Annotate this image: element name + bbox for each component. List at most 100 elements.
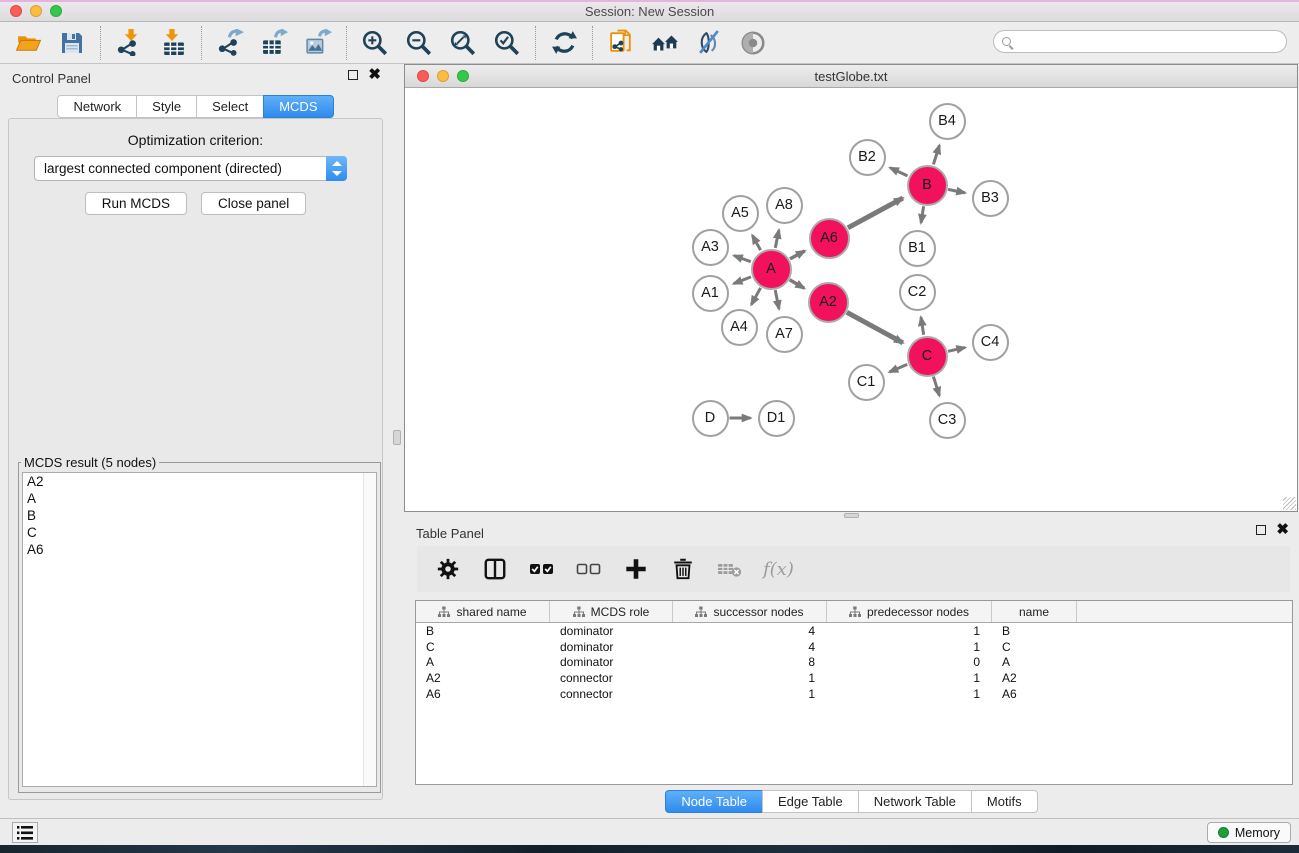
float-panel-icon[interactable] xyxy=(348,70,358,80)
table-panel: Table Panel ✖ xyxy=(404,519,1299,818)
delete-table-button[interactable] xyxy=(716,555,744,583)
splitter-handle[interactable] xyxy=(844,513,859,518)
column-header-predecessor-nodes[interactable]: predecessor nodes xyxy=(827,601,992,622)
network-canvas[interactable]: B4 B2 B B3 A8A5 A6 B1 A3 A C2 A1 A2 A4A7 C4 C C1 D D1 C3 xyxy=(405,89,1297,511)
resize-grip[interactable] xyxy=(1283,497,1296,510)
graph-node-C[interactable]: C xyxy=(907,336,948,377)
function-builder-button[interactable]: f(x) xyxy=(763,559,794,580)
result-item[interactable]: B xyxy=(23,507,376,524)
column-header-name[interactable]: name xyxy=(992,601,1077,622)
graph-node-A4[interactable]: A4 xyxy=(721,309,758,346)
graph-node-B4[interactable]: B4 xyxy=(929,103,966,140)
export-image-button[interactable] xyxy=(304,29,332,57)
tab-network[interactable]: Network xyxy=(57,95,137,118)
column-header-shared-name[interactable]: shared name xyxy=(416,601,550,622)
column-header-MCDS-role[interactable]: MCDS role xyxy=(550,601,673,622)
horizontal-splitter[interactable] xyxy=(404,512,1299,519)
table-row[interactable]: A6connector11A6 xyxy=(416,686,1292,702)
column-header-successor-nodes[interactable]: successor nodes xyxy=(673,601,827,622)
tab-network-table[interactable]: Network Table xyxy=(858,790,972,813)
graph-node-A6[interactable]: A6 xyxy=(809,218,850,259)
graph-node-A8[interactable]: A8 xyxy=(766,187,803,224)
graph-node-C4[interactable]: C4 xyxy=(972,324,1009,361)
import-table-button[interactable] xyxy=(159,29,187,57)
status-bar: Memory xyxy=(0,818,1299,845)
export-table-button[interactable] xyxy=(260,29,288,57)
close-panel-icon[interactable]: ✖ xyxy=(1276,525,1289,535)
save-session-button[interactable] xyxy=(58,29,86,57)
graph-node-B2[interactable]: B2 xyxy=(849,139,886,176)
add-column-button[interactable] xyxy=(622,555,650,583)
column-view-button[interactable] xyxy=(481,555,509,583)
table-cell: dominator xyxy=(550,640,673,654)
result-item[interactable]: A6 xyxy=(23,541,376,558)
table-row[interactable]: Adominator80A xyxy=(416,655,1292,671)
show-hide-button[interactable] xyxy=(739,29,767,57)
result-item[interactable]: C xyxy=(23,524,376,541)
select-all-button[interactable] xyxy=(528,555,556,583)
tab-select[interactable]: Select xyxy=(196,95,264,118)
graph-node-A2[interactable]: A2 xyxy=(808,282,849,323)
vertical-splitter[interactable] xyxy=(391,64,404,818)
graph-node-A7[interactable]: A7 xyxy=(766,316,803,353)
import-network-button[interactable] xyxy=(115,29,143,57)
mcds-result-list[interactable]: A2ABCA6 xyxy=(22,472,377,787)
trash-icon xyxy=(671,557,695,581)
mcds-result-fieldset: MCDS result (5 nodes) A2ABCA6 xyxy=(18,455,381,793)
graph-node-D[interactable]: D xyxy=(692,400,729,437)
node-table[interactable]: shared nameMCDS rolesuccessor nodesprede… xyxy=(415,600,1293,785)
memory-status-icon xyxy=(1218,827,1229,838)
zoom-fit-button[interactable] xyxy=(449,29,477,57)
refresh-button[interactable] xyxy=(550,29,578,57)
dropdown-stepper-icon xyxy=(326,156,347,181)
zoom-in-button[interactable] xyxy=(361,29,389,57)
tab-node-table[interactable]: Node Table xyxy=(665,790,763,813)
close-panel-button[interactable]: Close panel xyxy=(201,192,306,215)
result-item[interactable]: A2 xyxy=(23,473,376,490)
tab-mcds[interactable]: MCDS xyxy=(263,95,333,118)
task-history-button[interactable] xyxy=(12,822,38,843)
open-file-button[interactable] xyxy=(14,29,42,57)
graph-node-A3[interactable]: A3 xyxy=(692,229,729,266)
search-input[interactable] xyxy=(1011,32,1286,51)
result-list-scrollbar[interactable] xyxy=(363,473,376,786)
zoom-selected-button[interactable] xyxy=(493,29,521,57)
run-mcds-button[interactable]: Run MCDS xyxy=(85,192,187,215)
graph-node-C2[interactable]: C2 xyxy=(899,274,936,311)
close-panel-icon[interactable]: ✖ xyxy=(368,70,381,80)
hide-style-button[interactable] xyxy=(695,29,723,57)
graph-node-B1[interactable]: B1 xyxy=(899,230,936,267)
session-title: Session: New Session xyxy=(0,4,1299,19)
graph-node-B[interactable]: B xyxy=(907,165,948,206)
search-field[interactable] xyxy=(993,30,1287,53)
table-row[interactable]: Bdominator41B xyxy=(416,623,1292,639)
graph-node-C1[interactable]: C1 xyxy=(848,364,885,401)
graph-node-C3[interactable]: C3 xyxy=(929,402,966,439)
graph-node-A1[interactable]: A1 xyxy=(692,275,729,312)
splitter-handle[interactable] xyxy=(393,430,401,445)
export-network-button[interactable] xyxy=(216,29,244,57)
table-cell: 1 xyxy=(827,687,992,701)
network-from-selection-button[interactable] xyxy=(607,29,635,57)
table-cell: 4 xyxy=(673,624,827,638)
tab-motifs[interactable]: Motifs xyxy=(971,790,1038,813)
delete-column-button[interactable] xyxy=(669,555,697,583)
table-settings-button[interactable] xyxy=(434,555,462,583)
home-button[interactable] xyxy=(651,29,679,57)
zoom-out-button[interactable] xyxy=(405,29,433,57)
table-row[interactable]: A2connector11A2 xyxy=(416,670,1292,686)
deselect-all-button[interactable] xyxy=(575,555,603,583)
export-table-icon xyxy=(261,29,288,56)
zoom-selected-icon xyxy=(493,29,521,57)
graph-node-B3[interactable]: B3 xyxy=(972,180,1009,217)
float-panel-icon[interactable] xyxy=(1256,525,1266,535)
graph-node-A5[interactable]: A5 xyxy=(722,195,759,232)
memory-button[interactable]: Memory xyxy=(1207,822,1291,843)
graph-node-D1[interactable]: D1 xyxy=(758,400,795,437)
table-row[interactable]: Cdominator41C xyxy=(416,639,1292,655)
tab-edge-table[interactable]: Edge Table xyxy=(762,790,859,813)
tab-style[interactable]: Style xyxy=(136,95,197,118)
result-item[interactable]: A xyxy=(23,490,376,507)
graph-node-A[interactable]: A xyxy=(751,249,792,290)
criterion-dropdown[interactable]: largest connected component (directed) xyxy=(34,156,347,181)
